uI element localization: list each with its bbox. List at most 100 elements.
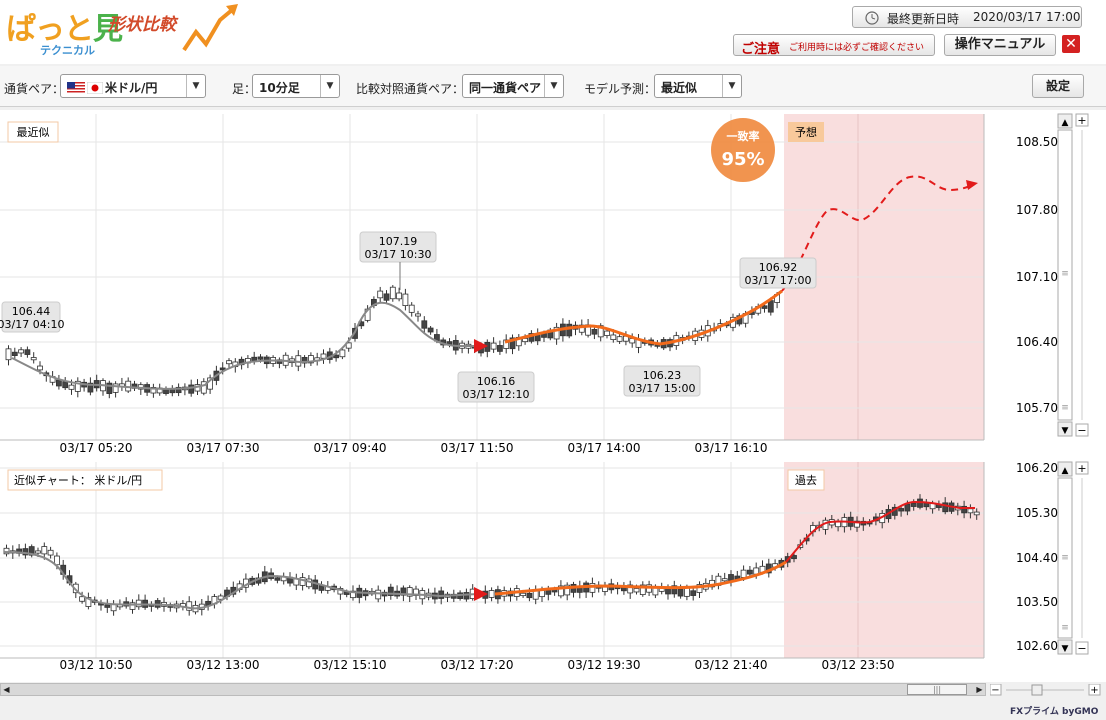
- scroll-right-icon[interactable]: ▶: [974, 684, 985, 695]
- top-chart-tag: 最近似: [17, 126, 50, 139]
- bottom-vertical-scrollbar[interactable]: ▲ ▼ ≡ ≡: [1057, 461, 1073, 655]
- caution-button[interactable]: ご注意 ご利用時には必ずご確認ください: [733, 34, 935, 57]
- candle-body: [56, 379, 62, 387]
- time-zoom-controls[interactable]: − +: [989, 683, 1102, 696]
- candle-body: [62, 381, 69, 389]
- candle-body: [520, 592, 526, 597]
- bottom-smooth-gray: [3, 551, 479, 610]
- x-tick-label: 03/17 05:20: [60, 441, 133, 455]
- manual-button[interactable]: 操作マニュアル: [944, 34, 1056, 56]
- svg-text:▼: ▼: [1062, 644, 1069, 654]
- candle-body: [438, 590, 445, 599]
- candle-body: [35, 550, 41, 554]
- jp-flag-icon: [87, 82, 103, 94]
- candle-body: [591, 329, 598, 335]
- chevron-down-icon: ▼: [186, 75, 205, 97]
- bar-select[interactable]: 10分足 ▼: [252, 74, 340, 98]
- annotation-box: 106.92 03/17 17:00: [739, 257, 817, 289]
- candle-body: [30, 357, 37, 361]
- scroll-thumb[interactable]: |||: [907, 684, 967, 695]
- annotation-time: 03/17 17:00: [745, 274, 812, 287]
- candle-body: [610, 334, 617, 341]
- scroll-left-icon[interactable]: ◀: [1, 684, 12, 695]
- bar-value: 10分足: [259, 81, 300, 95]
- candle-body: [408, 304, 415, 313]
- top-chart: 106.44 03/17 04:10 107.19 03/17 10:30 10…: [0, 113, 1089, 455]
- match-rate-label: 一致率: [727, 129, 760, 143]
- past-region: [784, 462, 984, 658]
- top-vertical-scrollbar[interactable]: ▲ ▼ ≡ ≡: [1057, 113, 1073, 437]
- x-tick-label: 03/12 21:40: [695, 658, 768, 672]
- last-updated-label: 最終更新日時: [887, 12, 960, 26]
- svg-text:+: +: [1090, 685, 1098, 696]
- top-zoom-controls[interactable]: + −: [1075, 113, 1089, 437]
- chevron-down-icon: ▼: [320, 75, 339, 97]
- chevron-down-icon: ▼: [544, 75, 563, 97]
- svg-text:−: −: [1077, 424, 1086, 437]
- annotation-price: 106.23: [643, 369, 682, 382]
- svg-text:−: −: [1077, 642, 1086, 655]
- bottom-zoom-controls[interactable]: + −: [1075, 461, 1089, 655]
- match-rate-value: 95%: [721, 149, 764, 170]
- logo-arrow-icon: [182, 4, 238, 52]
- candle-body: [11, 351, 18, 356]
- footer: [0, 697, 1106, 720]
- candle-body: [690, 590, 697, 596]
- candle-body: [402, 293, 409, 307]
- svg-text:▼: ▼: [1062, 426, 1069, 436]
- y-tick-label: 106.20: [1016, 461, 1058, 475]
- annotation-box: 106.16 03/17 12:10: [457, 371, 535, 403]
- x-tick-label: 03/12 10:50: [60, 658, 133, 672]
- candle-body: [188, 384, 195, 394]
- candle-body: [526, 592, 533, 599]
- y-tick-label: 107.80: [1016, 203, 1058, 217]
- annotation-time: 03/17 04:10: [0, 318, 64, 331]
- horizontal-scrollbar[interactable]: ◀ ||| ▶: [0, 683, 986, 696]
- candle-body: [740, 569, 747, 578]
- candle-body: [320, 353, 327, 359]
- candle-body: [602, 586, 608, 592]
- svg-text:≡: ≡: [1061, 623, 1069, 633]
- brand-logo: FXプライム byGMO: [1010, 707, 1099, 717]
- candle-body: [377, 290, 384, 299]
- candle-body: [274, 577, 281, 581]
- candle-body: [633, 588, 640, 593]
- candle-body: [68, 384, 75, 390]
- candle-body: [539, 589, 545, 598]
- top-smooth-gray: [11, 301, 478, 390]
- candle-body: [677, 588, 684, 597]
- annotation-time: 03/17 10:30: [365, 248, 432, 261]
- caution-note: ご利用時には必ずご確認ください: [789, 43, 925, 53]
- annotation-box: 106.23 03/17 15:00: [623, 365, 701, 397]
- y-tick-label: 105.30: [1016, 506, 1058, 520]
- settings-button[interactable]: 設定: [1032, 74, 1084, 98]
- svg-text:≡: ≡: [1061, 553, 1069, 563]
- candle-body: [767, 300, 774, 313]
- model-select[interactable]: 最近似 ▼: [654, 74, 742, 98]
- candle-body: [747, 569, 753, 575]
- candle-body: [104, 604, 111, 608]
- annotation-price: 106.44: [12, 305, 51, 318]
- pair-select[interactable]: 米ドル/円 ▼: [60, 74, 206, 98]
- x-tick-label: 03/12 13:00: [187, 658, 260, 672]
- candle-body: [967, 508, 974, 514]
- candle-body: [566, 323, 573, 337]
- candle-body: [389, 286, 396, 300]
- x-tick-label: 03/12 19:30: [568, 658, 641, 672]
- candle-body: [488, 590, 495, 598]
- pair-label: 通貨ペア：: [4, 82, 65, 96]
- x-tick-label: 03/17 07:30: [187, 441, 260, 455]
- compare-select[interactable]: 同一通貨ペア ▼: [462, 74, 564, 98]
- logo-badge: 形状比較: [108, 15, 176, 35]
- close-icon[interactable]: ✕: [1062, 35, 1080, 53]
- candle-body: [910, 503, 917, 507]
- candle-body: [251, 356, 258, 361]
- candle-body: [47, 549, 54, 556]
- last-updated-value: 2020/03/17 17:00: [973, 10, 1081, 24]
- clock-icon: [865, 11, 879, 25]
- toolbar: 通貨ペア： 米ドル/円 ▼ 足： 10分足 ▼ 比較対照通貨ペア： 同一通貨ペア…: [0, 66, 1106, 107]
- compare-label: 比較対照通貨ペア：: [356, 82, 465, 96]
- compare-value: 同一通貨ペア: [469, 81, 542, 95]
- candle-body: [135, 599, 142, 608]
- y-tick-label: 103.50: [1016, 595, 1058, 609]
